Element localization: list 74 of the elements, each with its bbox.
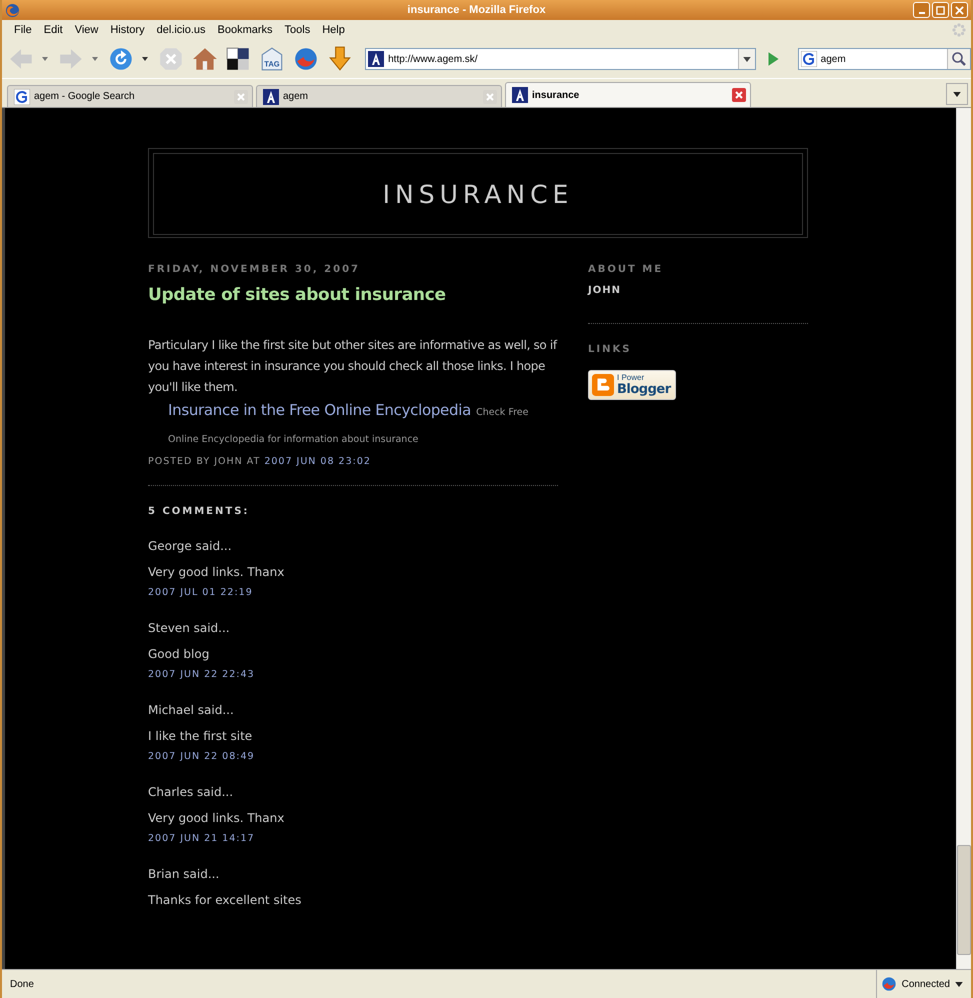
comment-author: Steven said... — [148, 621, 231, 635]
comment-author: Brian said... — [148, 867, 220, 881]
letter-a-favicon-icon — [512, 87, 528, 103]
comment-time-link[interactable]: 2007 JUN 22 08:49 — [148, 751, 255, 762]
menu-item[interactable]: Edit — [38, 24, 69, 36]
letter-g-favicon-icon — [14, 88, 30, 104]
throbber-icon — [951, 22, 967, 38]
comment-time-link[interactable]: 2007 JUN 21 14:17 — [148, 833, 255, 844]
dropdown-arrow-icon[interactable] — [142, 57, 148, 61]
blog-title[interactable]: INSURANCE — [382, 180, 574, 208]
tab-list-button[interactable] — [946, 83, 968, 105]
menu-item[interactable]: History — [104, 24, 151, 36]
browser-logo-icon — [5, 2, 20, 18]
comment-text: I like the first site — [148, 729, 254, 743]
close-tab-icon[interactable] — [732, 88, 746, 102]
encyclopedia-link[interactable]: Insurance in the Free Online Encyclopedia — [168, 401, 471, 419]
comment-text: Very good links. Thanx — [148, 565, 286, 579]
menu-item[interactable]: Bookmarks — [212, 24, 279, 36]
maximize-button[interactable] — [932, 2, 949, 18]
comment-author: George said... — [148, 539, 233, 553]
post-body: Particulary I like the first site but other sites are informative as well, so if you have interest in insurance you should check all those links. I hope you'll like them. — [148, 337, 558, 396]
post-date: FRIDAY, NOVEMBER 30, 2007 — [148, 264, 361, 275]
home-icon[interactable] — [192, 46, 218, 72]
browser-tab[interactable]: agem - Google Search — [7, 85, 253, 107]
close-button[interactable] — [951, 2, 968, 18]
window-title: insurance - Mozilla Firefox — [406, 4, 547, 16]
post-title[interactable]: Update of sites about insurance — [148, 285, 558, 305]
blogger-badge[interactable]: I Power Blogger — [588, 370, 676, 400]
globe-icon[interactable] — [293, 46, 320, 72]
globe-icon — [880, 976, 897, 992]
search-field[interactable]: agem — [798, 48, 971, 70]
comment-text: Very good links. Thanx — [148, 811, 286, 825]
blogger-logo-icon — [592, 374, 614, 396]
status-text: Done — [9, 978, 35, 990]
scroll-thumb[interactable] — [957, 845, 971, 955]
badge-name: Blogger — [617, 382, 671, 397]
comment-time-link[interactable]: 2007 JUN 22 22:43 — [148, 669, 255, 680]
squares-icon[interactable] — [225, 46, 252, 72]
dropdown-arrow-icon[interactable] — [955, 982, 963, 986]
reload-icon[interactable] — [108, 46, 134, 72]
browser-tab[interactable]: insurance — [505, 82, 751, 107]
menu-item[interactable]: File — [8, 24, 38, 36]
menu-item[interactable]: Help — [316, 24, 351, 36]
search-icon[interactable] — [951, 51, 968, 67]
link-entry: Insurance in the Free Online Encyclopedia Check Free Online Encyclopedia for information about insurance — [167, 400, 530, 447]
minimize-icon — [918, 12, 924, 14]
comment-author: Charles said... — [148, 785, 234, 799]
maximize-icon — [936, 6, 945, 14]
browser-tab[interactable]: agem — [256, 85, 502, 107]
menu-item[interactable]: View — [68, 24, 104, 36]
scrollbar[interactable] — [956, 108, 971, 969]
connection-status: Connected — [902, 978, 950, 990]
menu-item[interactable]: Tools — [278, 24, 316, 36]
about-heading: ABOUT ME — [588, 264, 664, 275]
badge-caption: I Power — [617, 373, 646, 382]
minimize-button[interactable] — [913, 2, 930, 18]
address-field[interactable]: http://www.agem.sk/ — [365, 48, 756, 70]
comment-author: Michael said... — [148, 703, 235, 717]
links-heading: LINKS — [588, 344, 632, 355]
comment-text: Good blog — [148, 647, 210, 661]
download-arrow-icon[interactable] — [327, 46, 354, 72]
comment-time-link[interactable]: 2007 JUL 01 22:19 — [148, 587, 253, 598]
menu-item[interactable]: del.icio.us — [150, 24, 212, 36]
caret-icon — [953, 92, 961, 96]
comments-heading: 5 COMMENTS: — [148, 506, 250, 517]
letter-g-favicon-icon — [800, 51, 817, 67]
comment-text: Thanks for excellent sites — [148, 893, 302, 907]
letter-a-favicon-icon — [263, 88, 279, 104]
close-icon — [955, 6, 964, 14]
letter-a-favicon-icon — [368, 51, 384, 67]
post-author: POSTED BY JOHN AT — [148, 456, 260, 467]
author-name[interactable]: JOHN — [588, 285, 808, 296]
dropdown-arrow-icon[interactable] — [742, 56, 751, 62]
post-time-link[interactable]: 2007 JUN 08 23:02 — [264, 456, 371, 467]
